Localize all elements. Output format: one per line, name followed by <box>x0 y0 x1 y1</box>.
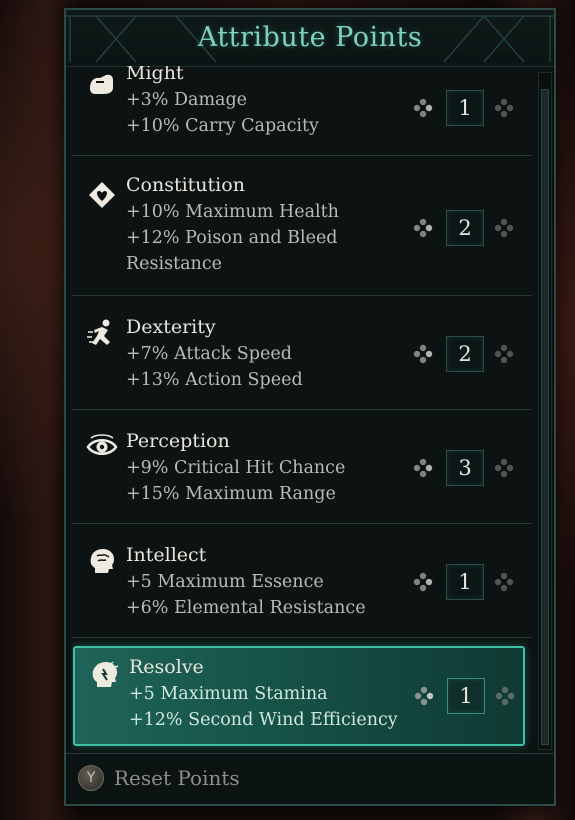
attribute-points-panel: Attribute Points Might +3% Damage +10% C… <box>64 8 556 806</box>
attribute-bonus: +3% Damage <box>126 90 248 110</box>
attribute-bonus: +10% Maximum Health <box>126 202 339 222</box>
perception-eye-icon <box>86 432 118 462</box>
attribute-name: Intellect <box>126 544 207 566</box>
attribute-bonus: +7% Attack Speed <box>126 344 292 364</box>
increase-button[interactable] <box>492 570 516 594</box>
attribute-value: 1 <box>447 678 485 714</box>
decrease-button[interactable] <box>411 570 435 594</box>
decrease-button[interactable] <box>412 684 436 708</box>
scrollbar[interactable] <box>538 72 552 750</box>
attribute-value: 1 <box>446 90 484 126</box>
attribute-row-constitution[interactable]: Constitution +10% Maximum Health +12% Po… <box>72 156 532 296</box>
attribute-value: 2 <box>446 336 484 372</box>
attribute-name: Might <box>126 66 184 84</box>
attribute-bonus: +13% Action Speed <box>126 370 303 390</box>
attribute-list: Might +3% Damage +10% Carry Capacity 1 C… <box>72 66 534 756</box>
attribute-name: Resolve <box>129 656 204 678</box>
attribute-bonus: +12% Second Wind Efficiency <box>129 710 398 730</box>
decrease-button[interactable] <box>411 342 435 366</box>
attribute-name: Perception <box>126 430 230 452</box>
increase-button[interactable] <box>492 342 516 366</box>
attribute-name: Constitution <box>126 174 245 196</box>
resolve-head-icon <box>89 660 121 690</box>
might-fist-icon <box>86 68 118 98</box>
intellect-brain-icon <box>86 546 118 576</box>
attribute-bonus: +6% Elemental Resistance <box>126 598 366 618</box>
attribute-row-dexterity[interactable]: Dexterity +7% Attack Speed +13% Action S… <box>72 296 532 410</box>
decrease-button[interactable] <box>411 216 435 240</box>
y-button-icon[interactable]: Y <box>78 765 104 791</box>
constitution-heart-icon <box>86 180 118 210</box>
attribute-row-resolve[interactable]: Resolve +5 Maximum Stamina +12% Second W… <box>73 646 525 746</box>
increase-button[interactable] <box>492 216 516 240</box>
dexterity-runner-icon <box>86 318 118 348</box>
attribute-bonus: +5 Maximum Essence <box>126 572 324 592</box>
attribute-bonus: +5 Maximum Stamina <box>129 684 328 704</box>
attribute-value: 1 <box>446 564 484 600</box>
attribute-row-perception[interactable]: Perception +9% Critical Hit Chance +15% … <box>72 410 532 524</box>
attribute-row-might[interactable]: Might +3% Damage +10% Carry Capacity 1 <box>72 66 532 156</box>
reset-points-button[interactable]: Reset Points <box>114 766 240 790</box>
attribute-bonus: +15% Maximum Range <box>126 484 336 504</box>
attribute-value: 2 <box>446 210 484 246</box>
title-bar: Attribute Points <box>66 10 554 67</box>
attribute-row-intellect[interactable]: Intellect +5 Maximum Essence +6% Element… <box>72 524 532 638</box>
attribute-value: 3 <box>446 450 484 486</box>
increase-button[interactable] <box>493 684 517 708</box>
panel-title: Attribute Points <box>197 22 423 53</box>
decrease-button[interactable] <box>411 456 435 480</box>
decrease-button[interactable] <box>411 96 435 120</box>
attribute-name: Dexterity <box>126 316 216 338</box>
attribute-bonus: Resistance <box>126 254 222 274</box>
footer-bar: Y Reset Points <box>66 753 554 804</box>
increase-button[interactable] <box>492 456 516 480</box>
attribute-bonus: +12% Poison and Bleed <box>126 228 338 248</box>
attribute-bonus: +10% Carry Capacity <box>126 116 319 136</box>
increase-button[interactable] <box>492 96 516 120</box>
scrollbar-thumb[interactable] <box>541 89 549 745</box>
attribute-bonus: +9% Critical Hit Chance <box>126 458 346 478</box>
